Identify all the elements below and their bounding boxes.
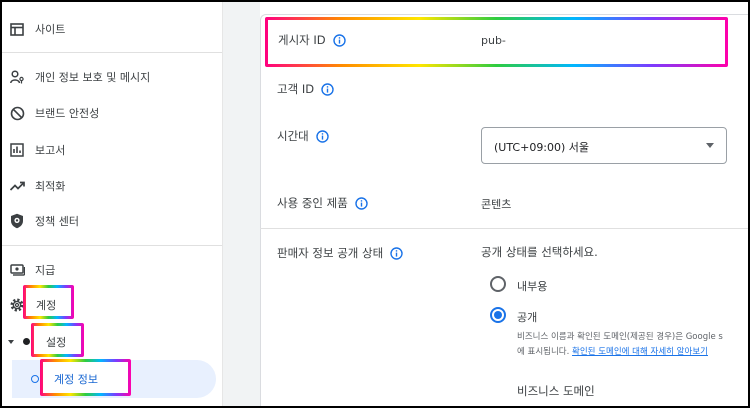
radio-internal[interactable] (490, 276, 506, 292)
sidebar-item-label: 최적화 (35, 180, 66, 193)
public-description: 비즈니스 이름과 확인된 도메인(제공된 경우)은 Google s (517, 332, 723, 342)
account-info-label-overlay: 계정 정보 (54, 373, 98, 386)
timezone-label: 시간대 (277, 128, 329, 144)
seller-info-label: 판매자 정보 공개 상태 (277, 245, 403, 261)
info-icon[interactable] (316, 129, 329, 143)
sidebar-item-privacy-messaging[interactable]: 개인 정보 보호 및 메시지 (2, 62, 222, 92)
payments-icon (9, 262, 25, 278)
collapse-caret-icon[interactable] (8, 340, 14, 344)
account-label-overlay: 계정 (36, 299, 57, 312)
sidebar-item-label: 브랜드 안전성 (35, 107, 100, 120)
business-domain-label: 비즈니스 도메인 (517, 384, 595, 398)
circle-outline-icon (31, 375, 39, 383)
info-icon[interactable] (321, 82, 334, 96)
dropdown-arrow-icon (706, 143, 714, 148)
info-icon[interactable] (390, 246, 403, 260)
sidebar-item-brand-safety[interactable]: 브랜드 안전성 (2, 98, 222, 128)
learn-more-link[interactable]: 확인된 도메인에 대해 자세히 알아보기 (572, 347, 708, 357)
sidebar-item-policy-center[interactable]: 정책 센터 (2, 206, 222, 236)
trending-up-icon (9, 178, 25, 194)
info-icon[interactable] (332, 33, 346, 47)
sidebar-item-payments[interactable]: 지급 (2, 255, 222, 285)
site-layout-icon (9, 21, 25, 37)
sidebar-item-optimization[interactable]: 최적화 (2, 171, 222, 201)
seller-info-prompt: 공개 상태를 선택하세요. (481, 245, 598, 259)
radio-public[interactable] (490, 307, 506, 323)
timezone-select[interactable]: (UTC+09:00) 서울 (481, 127, 727, 164)
sidebar-item-label: 개인 정보 보호 및 메시지 (35, 71, 151, 84)
sidebar-item-label: 정책 센터 (35, 215, 79, 228)
public-description-line2: 에 표시됩니다. 확인된 도메인에 대해 자세히 알아보기 (517, 347, 708, 357)
dot-icon (23, 338, 30, 345)
sidebar-item-label: 사이트 (35, 23, 66, 36)
timezone-select-value: (UTC+09:00) 서울 (494, 141, 590, 154)
customer-id-label: 고객 ID (277, 81, 334, 97)
sidebar-item-label: 지급 (35, 264, 56, 277)
products-value: 콘텐츠 (481, 198, 512, 211)
products-label: 사용 중인 제품 (277, 195, 368, 211)
sidebar-divider (2, 245, 222, 246)
shield-icon (9, 213, 25, 229)
section-divider (260, 228, 750, 229)
sidebar-item-label: 보고서 (35, 144, 66, 157)
sidebar-item-sites[interactable]: 사이트 (2, 14, 222, 44)
content-gutter (223, 2, 260, 406)
info-icon[interactable] (355, 196, 368, 210)
settings-label-overlay: 설정 (46, 336, 67, 349)
radio-internal-label: 내부용 (517, 280, 548, 293)
bar-chart-icon (9, 142, 25, 158)
radio-public-label: 공개 (517, 311, 538, 324)
sidebar-divider (2, 52, 222, 53)
person-key-icon (9, 69, 25, 85)
publisher-id-value: pub- (481, 34, 506, 47)
block-icon (9, 105, 25, 121)
publisher-id-label: 게시자 ID (278, 32, 346, 48)
sidebar-item-reports[interactable]: 보고서 (2, 135, 222, 165)
